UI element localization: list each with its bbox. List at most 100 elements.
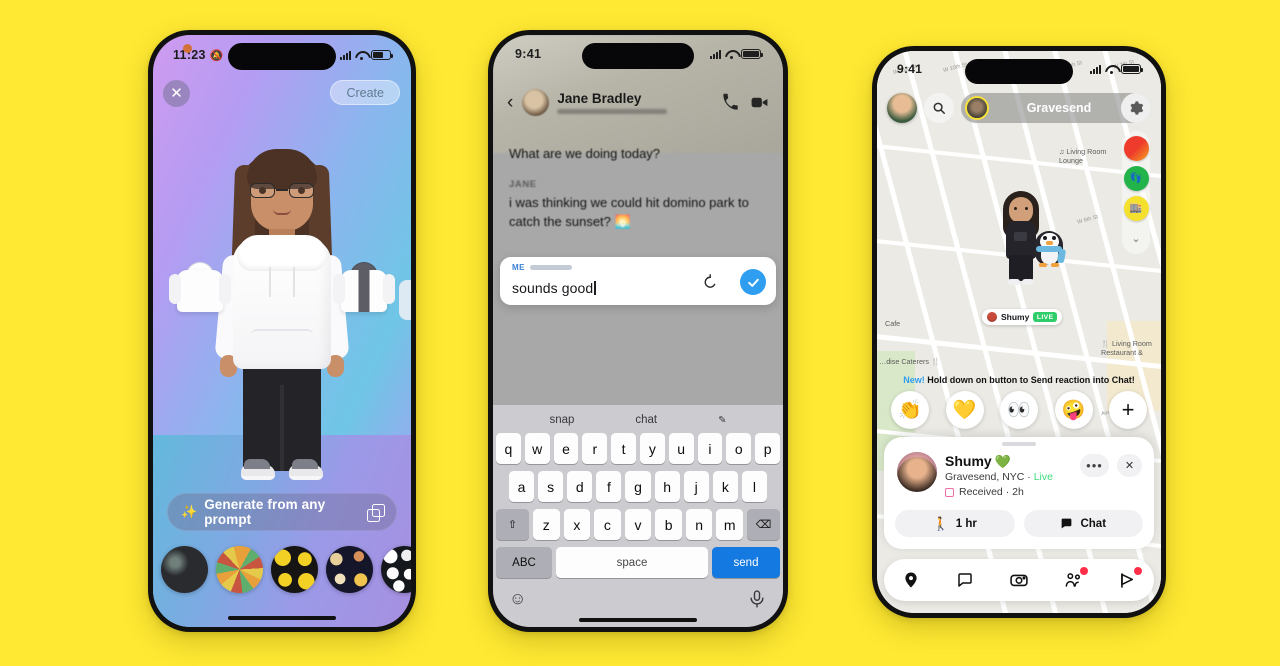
reaction-strip[interactable]: 👏 💛 👀 🤪 + [891, 391, 1147, 429]
map-poi-caterers[interactable]: …dise Caterers 🍴 [879, 357, 940, 366]
nav-stories[interactable] [1115, 567, 1142, 592]
keyboard-row-4[interactable]: ABC space send [493, 547, 783, 578]
key-u[interactable]: u [668, 433, 694, 464]
shuffle-icon[interactable] [366, 503, 386, 522]
phone-icon[interactable] [721, 93, 740, 112]
map-poi-living-room-lounge[interactable]: ♫ Living Room Lounge [1059, 147, 1123, 165]
place-story-avatar[interactable] [965, 96, 989, 120]
key-n[interactable]: n [685, 509, 713, 540]
my-bitmoji-avatar[interactable] [887, 93, 917, 123]
back-button[interactable]: ‹ [507, 93, 513, 112]
style-thumb-pearls[interactable] [381, 546, 411, 593]
places-layer-button[interactable]: 🏬 [1123, 196, 1149, 221]
key-b[interactable]: b [655, 509, 682, 540]
nav-map[interactable] [899, 568, 923, 592]
send-check-button[interactable] [740, 269, 766, 295]
microphone-icon[interactable] [747, 589, 767, 609]
friend-detail-card[interactable]: Shumy 💚 Gravesend, NYC · Live Received · … [884, 437, 1154, 549]
pencil-icon[interactable]: ✎ [718, 415, 726, 426]
undo-icon[interactable] [701, 273, 718, 290]
map-poi-cafe[interactable]: Cafe [885, 319, 900, 328]
map-poi-living-room-restaurant[interactable]: 🍴 Living Room Restaurant & [1101, 339, 1161, 357]
video-camera-icon[interactable] [750, 93, 769, 112]
key-h[interactable]: h [654, 471, 680, 502]
map-pin-nametag[interactable]: Shumy LIVE [982, 309, 1063, 325]
key-z[interactable]: z [532, 509, 560, 540]
key-p[interactable]: p [755, 433, 780, 464]
backspace-icon[interactable]: ⌫ [747, 509, 781, 540]
bottom-nav-bar[interactable] [884, 559, 1154, 601]
style-thumb-planets[interactable] [326, 546, 373, 593]
key-s[interactable]: s [538, 471, 564, 502]
generate-prompt-bar[interactable]: ✨ Generate from any prompt [167, 493, 397, 531]
map-layer-buttons[interactable]: 👣 🏬 ⌄ [1122, 131, 1150, 254]
friend-card-avatar[interactable] [897, 452, 937, 492]
heatmap-button[interactable] [1123, 136, 1149, 161]
chat-input-bar[interactable]: ME sounds good [500, 257, 776, 305]
grey-zip-hoodie-option[interactable] [333, 262, 395, 312]
key-g[interactable]: g [625, 471, 651, 502]
emoji-icon[interactable]: ☺ [509, 589, 529, 609]
key-d[interactable]: d [567, 471, 593, 502]
key-f[interactable]: f [596, 471, 622, 502]
nav-camera[interactable] [1007, 568, 1031, 592]
send-key[interactable]: send [712, 547, 780, 578]
tab-snap[interactable]: snap [549, 414, 574, 426]
style-thumb-dark-collage[interactable] [161, 546, 208, 593]
clothing-option-partial[interactable] [399, 280, 411, 320]
shift-icon[interactable]: ⇧ [495, 509, 529, 540]
space-key[interactable]: space [556, 547, 708, 578]
keyboard-bottom-row[interactable]: ☺ [493, 585, 783, 609]
key-k[interactable]: k [712, 471, 738, 502]
key-j[interactable]: j [683, 471, 709, 502]
key-y[interactable]: y [640, 433, 665, 464]
style-thumb-emoji-collage[interactable] [216, 546, 263, 593]
reaction-eyes[interactable]: 👀 [1000, 391, 1038, 429]
nav-friends[interactable] [1061, 567, 1088, 592]
chat-button[interactable]: Chat [1023, 510, 1143, 537]
key-l[interactable]: l [741, 471, 767, 502]
reaction-add-button[interactable]: + [1109, 391, 1147, 429]
friends-layer-button[interactable]: 👣 [1123, 166, 1149, 191]
reaction-clap[interactable]: 👏 [891, 391, 929, 429]
more-options-button[interactable]: ••• [1080, 454, 1109, 477]
key-t[interactable]: t [611, 433, 636, 464]
style-thumbnail-list[interactable] [161, 546, 411, 593]
friend-bitmoji-on-map[interactable] [995, 191, 1067, 287]
keyboard-mode-tabs[interactable]: snap chat ✎ [493, 405, 783, 433]
key-e[interactable]: e [553, 433, 579, 464]
contact-avatar[interactable] [522, 88, 550, 116]
key-q[interactable]: q [496, 433, 521, 464]
key-v[interactable]: v [624, 509, 652, 540]
style-thumb-crown-money[interactable] [271, 546, 318, 593]
close-button[interactable]: ✕ [163, 80, 190, 107]
reaction-zany[interactable]: 🤪 [1054, 391, 1093, 429]
key-i[interactable]: i [697, 433, 723, 464]
nav-chat[interactable] [953, 568, 977, 592]
chat-input-value[interactable]: sounds good [512, 280, 596, 296]
key-c[interactable]: c [594, 509, 621, 540]
search-button[interactable] [924, 93, 954, 123]
bitmoji-avatar-preview[interactable] [207, 143, 357, 493]
keyboard-row-1[interactable]: q w e r t y u i o p [493, 433, 783, 464]
keyboard-row-2[interactable]: a s d f g h j k l [493, 471, 783, 502]
card-action-row[interactable]: 🚶 1 hr Chat [895, 510, 1143, 537]
key-r[interactable]: r [582, 433, 608, 464]
create-button[interactable]: Create [330, 80, 400, 105]
drag-handle[interactable] [1002, 442, 1036, 446]
collapse-button[interactable]: ⌄ [1124, 226, 1149, 251]
close-card-button[interactable]: ✕ [1117, 454, 1142, 477]
settings-button[interactable] [1121, 93, 1151, 123]
key-x[interactable]: x [563, 509, 591, 540]
key-w[interactable]: w [524, 433, 550, 464]
reaction-heart[interactable]: 💛 [945, 391, 984, 429]
keyboard-row-3[interactable]: ⇧ z x c v b n m ⌫ [493, 509, 783, 540]
tab-chat[interactable]: chat [635, 414, 657, 426]
key-o[interactable]: o [726, 433, 752, 464]
white-hoodie-option[interactable] [169, 262, 231, 312]
on-screen-keyboard[interactable]: snap chat ✎ q w e r t y u i o p a s d f [493, 405, 783, 627]
walk-time-button[interactable]: 🚶 1 hr [895, 510, 1015, 537]
key-a[interactable]: a [509, 471, 535, 502]
key-m[interactable]: m [716, 509, 744, 540]
abc-key[interactable]: ABC [496, 547, 552, 578]
